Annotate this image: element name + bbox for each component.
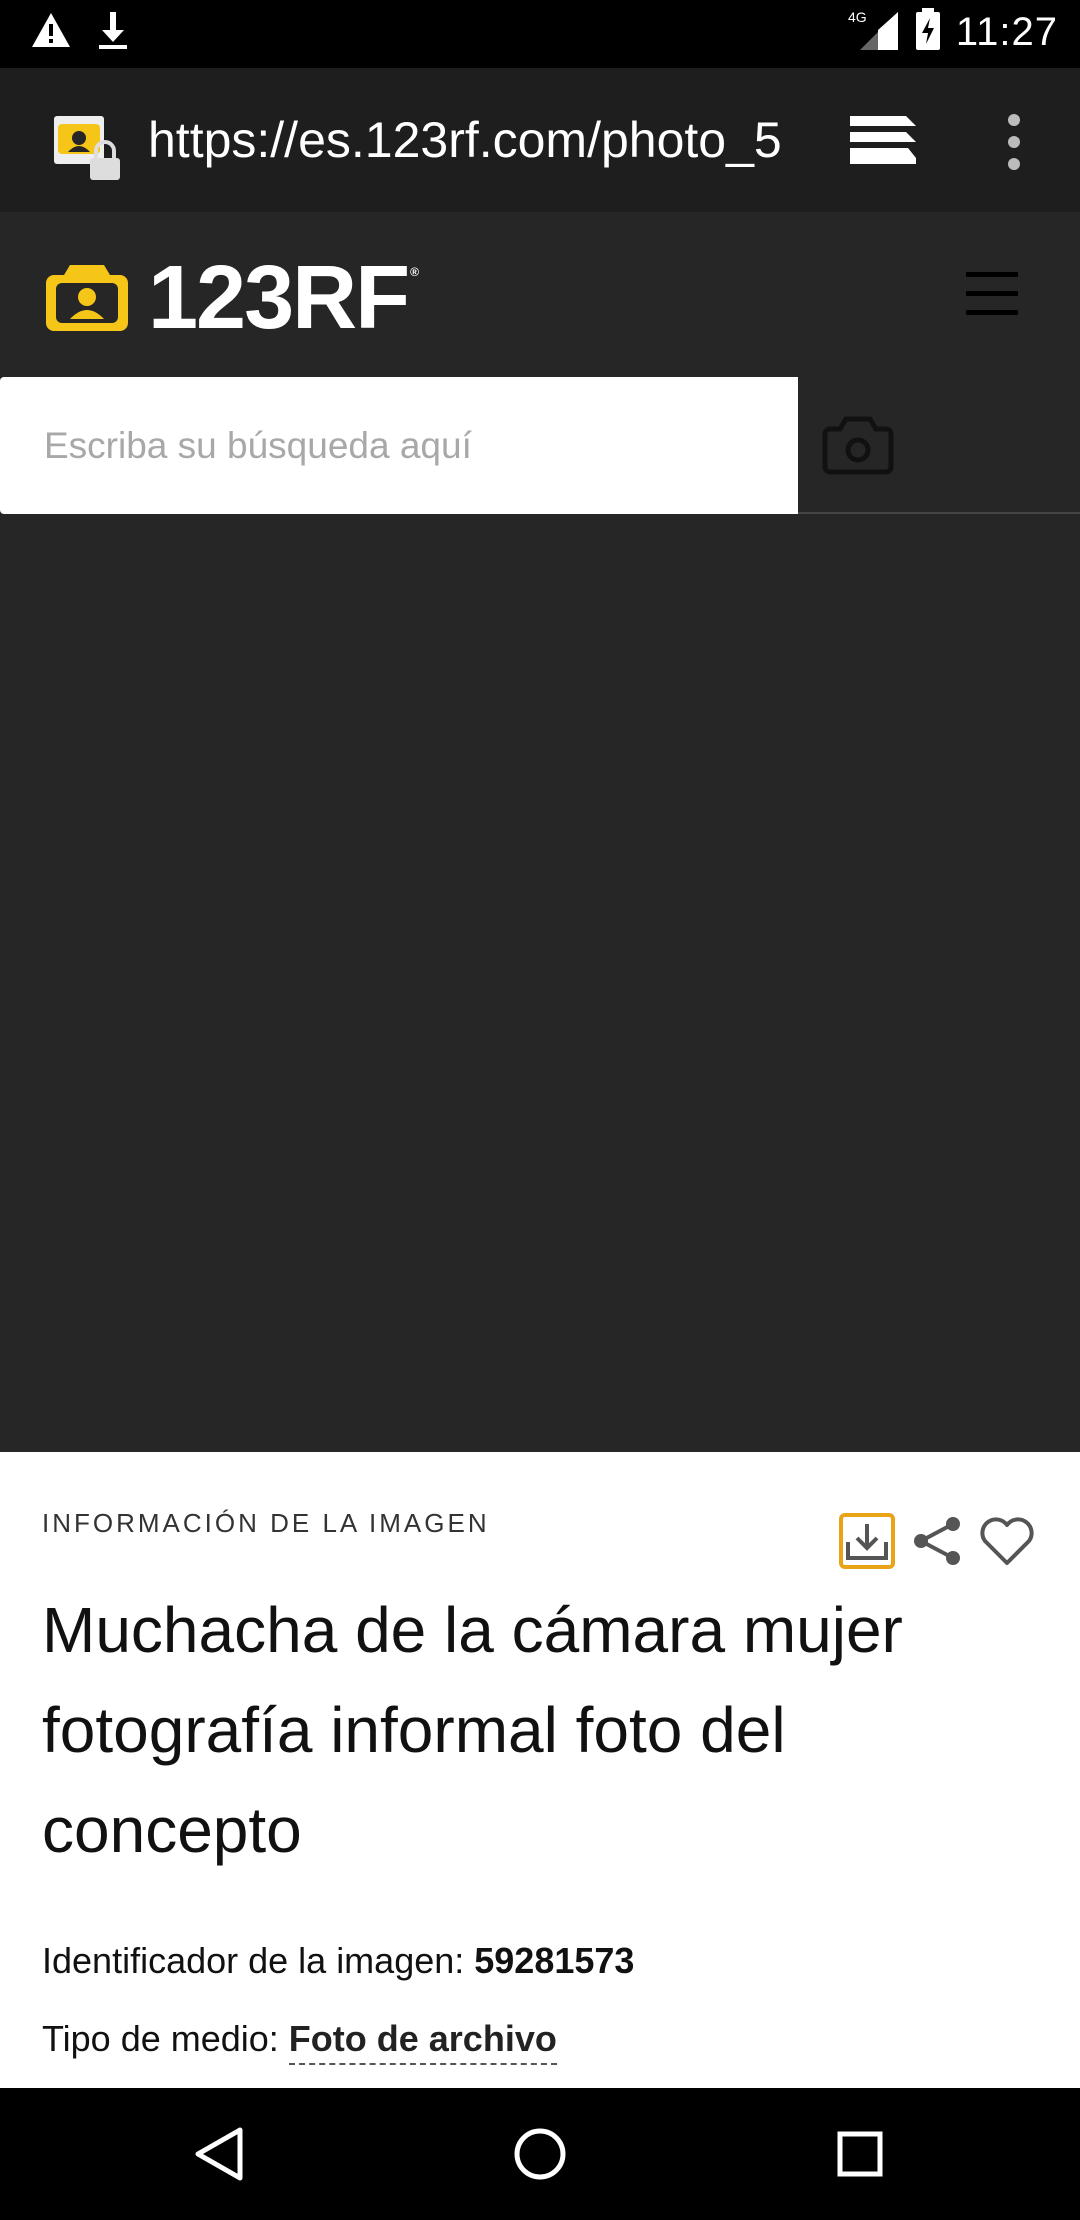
back-button[interactable] [190, 2124, 250, 2184]
search-box [0, 377, 798, 514]
hamburger-menu-icon[interactable] [966, 272, 1018, 316]
download-icon [839, 1513, 895, 1569]
home-icon [514, 2128, 566, 2180]
image-id-value: 59281573 [474, 1940, 635, 1981]
image-info-section: INFORMACIÓN DE LA IMAGEN Muchacha de la … [0, 1452, 1080, 2088]
heart-icon [980, 1517, 1034, 1565]
warning-icon [30, 11, 72, 53]
overflow-menu-icon[interactable] [994, 112, 1034, 172]
share-button[interactable] [908, 1512, 966, 1570]
secure-site-icon[interactable] [52, 114, 124, 186]
signal-icon: 4G [848, 8, 900, 56]
section-heading: INFORMACIÓN DE LA IMAGEN [42, 1508, 490, 1538]
search-input[interactable] [42, 423, 762, 468]
network-type-label: 4G [848, 9, 867, 25]
action-icons [838, 1512, 1036, 1570]
recents-icon [837, 2131, 883, 2177]
back-icon [195, 2127, 243, 2181]
share-icon [914, 1517, 960, 1565]
download-button[interactable] [838, 1512, 896, 1570]
battery-charging-icon [914, 8, 942, 56]
media-type-row: Tipo de medio: Foto de archivo [42, 2018, 557, 2065]
media-type-link[interactable]: Foto de archivo [288, 2018, 557, 2065]
image-id-label: Identificador de la imagen: [42, 1940, 475, 1981]
camera-search-icon[interactable] [822, 415, 894, 475]
download-icon [96, 10, 130, 54]
logo-camera-icon [46, 265, 128, 331]
logo-text: 123RF ® [148, 248, 419, 348]
site-header: 123RF ® [0, 212, 1080, 514]
status-time: 11:27 [955, 9, 1058, 54]
favorite-button[interactable] [978, 1512, 1036, 1570]
recents-button[interactable] [830, 2124, 890, 2184]
tabs-switcher-icon[interactable] [846, 110, 920, 170]
media-type-label: Tipo de medio: [42, 2018, 289, 2059]
browser-toolbar: https://es.123rf.com/photo_5 [0, 68, 1080, 212]
status-bar: 4G 11:27 [0, 0, 1080, 68]
image-title: Muchacha de la cámara mujer fotografía i… [42, 1594, 903, 1866]
image-id-row: Identificador de la imagen: 59281573 [42, 1940, 634, 1982]
home-button[interactable] [510, 2124, 570, 2184]
logo[interactable]: 123RF ® [44, 248, 419, 348]
url-field[interactable]: https://es.123rf.com/photo_5 [148, 108, 792, 172]
image-preview[interactable] [0, 514, 1080, 1452]
registered-mark: ® [410, 265, 419, 279]
system-nav-bar [0, 2088, 1080, 2220]
